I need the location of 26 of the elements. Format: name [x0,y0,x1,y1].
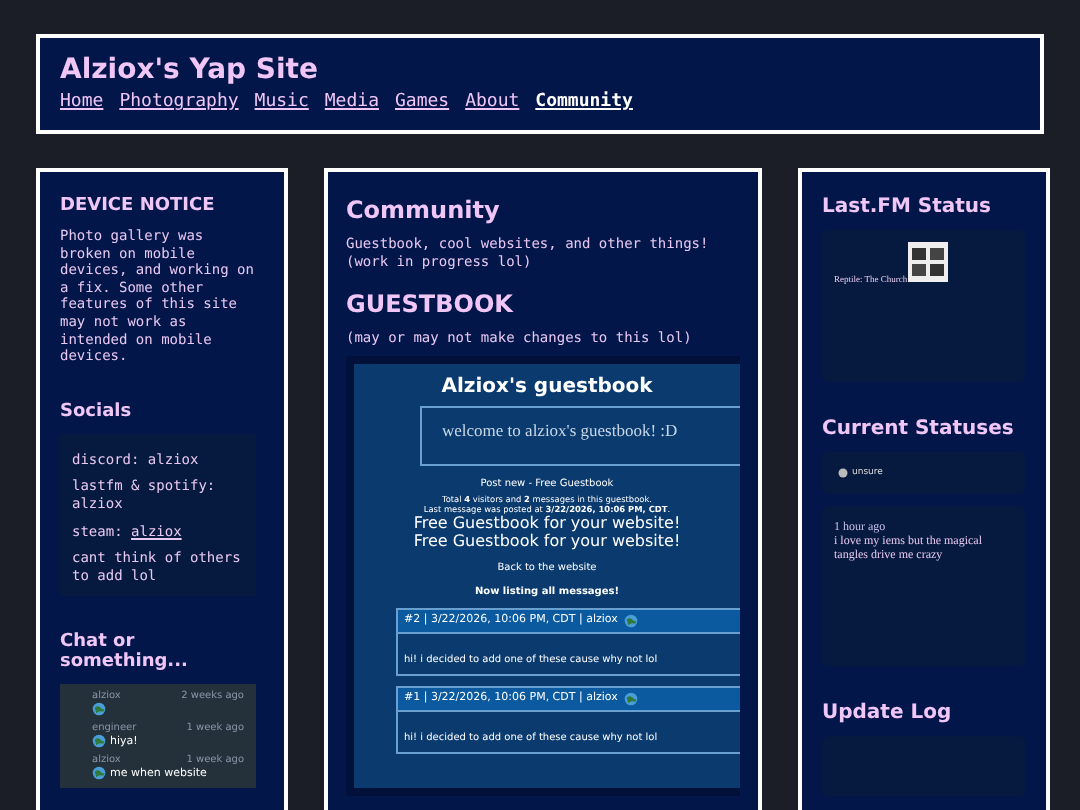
section-heading: Update Log [822,702,954,724]
nav-link[interactable]: Games [394,92,450,112]
globe-icon [623,691,638,706]
globe-icon [92,766,106,781]
guestbook-heading: GUESTBOOK [346,290,515,319]
nav-link[interactable]: Photography [119,92,239,112]
album-cover-icon [907,242,948,282]
section-heading: Socials [60,401,134,422]
globe-icon [92,702,106,717]
section-heading: Last.FM Status [822,196,993,218]
section-heading: DEVICE NOTICE [60,196,217,216]
nav-link[interactable]: Media [324,92,379,112]
guestbook-title: Alziox's guestbook [441,375,653,398]
page-heading: Community [346,196,502,224]
section-heading: Chat or something... [60,632,190,673]
promo-link[interactable]: Free Guestbook for your website! [413,513,681,533]
nav-link[interactable]: Community [535,92,633,112]
site-title: Alziox's Yap Site [60,54,320,86]
globe-icon [92,734,106,749]
welcome-box: welcome to alziox's guestbook! :D [420,405,740,466]
globe-icon [623,613,638,628]
nav-link[interactable]: Music [254,92,309,112]
section-heading: Current Statuses [822,418,1016,440]
nav-link[interactable]: About [465,92,520,112]
promo-link[interactable]: Free Guestbook for your website! [413,532,681,552]
nav-link[interactable]: Home [60,92,104,112]
